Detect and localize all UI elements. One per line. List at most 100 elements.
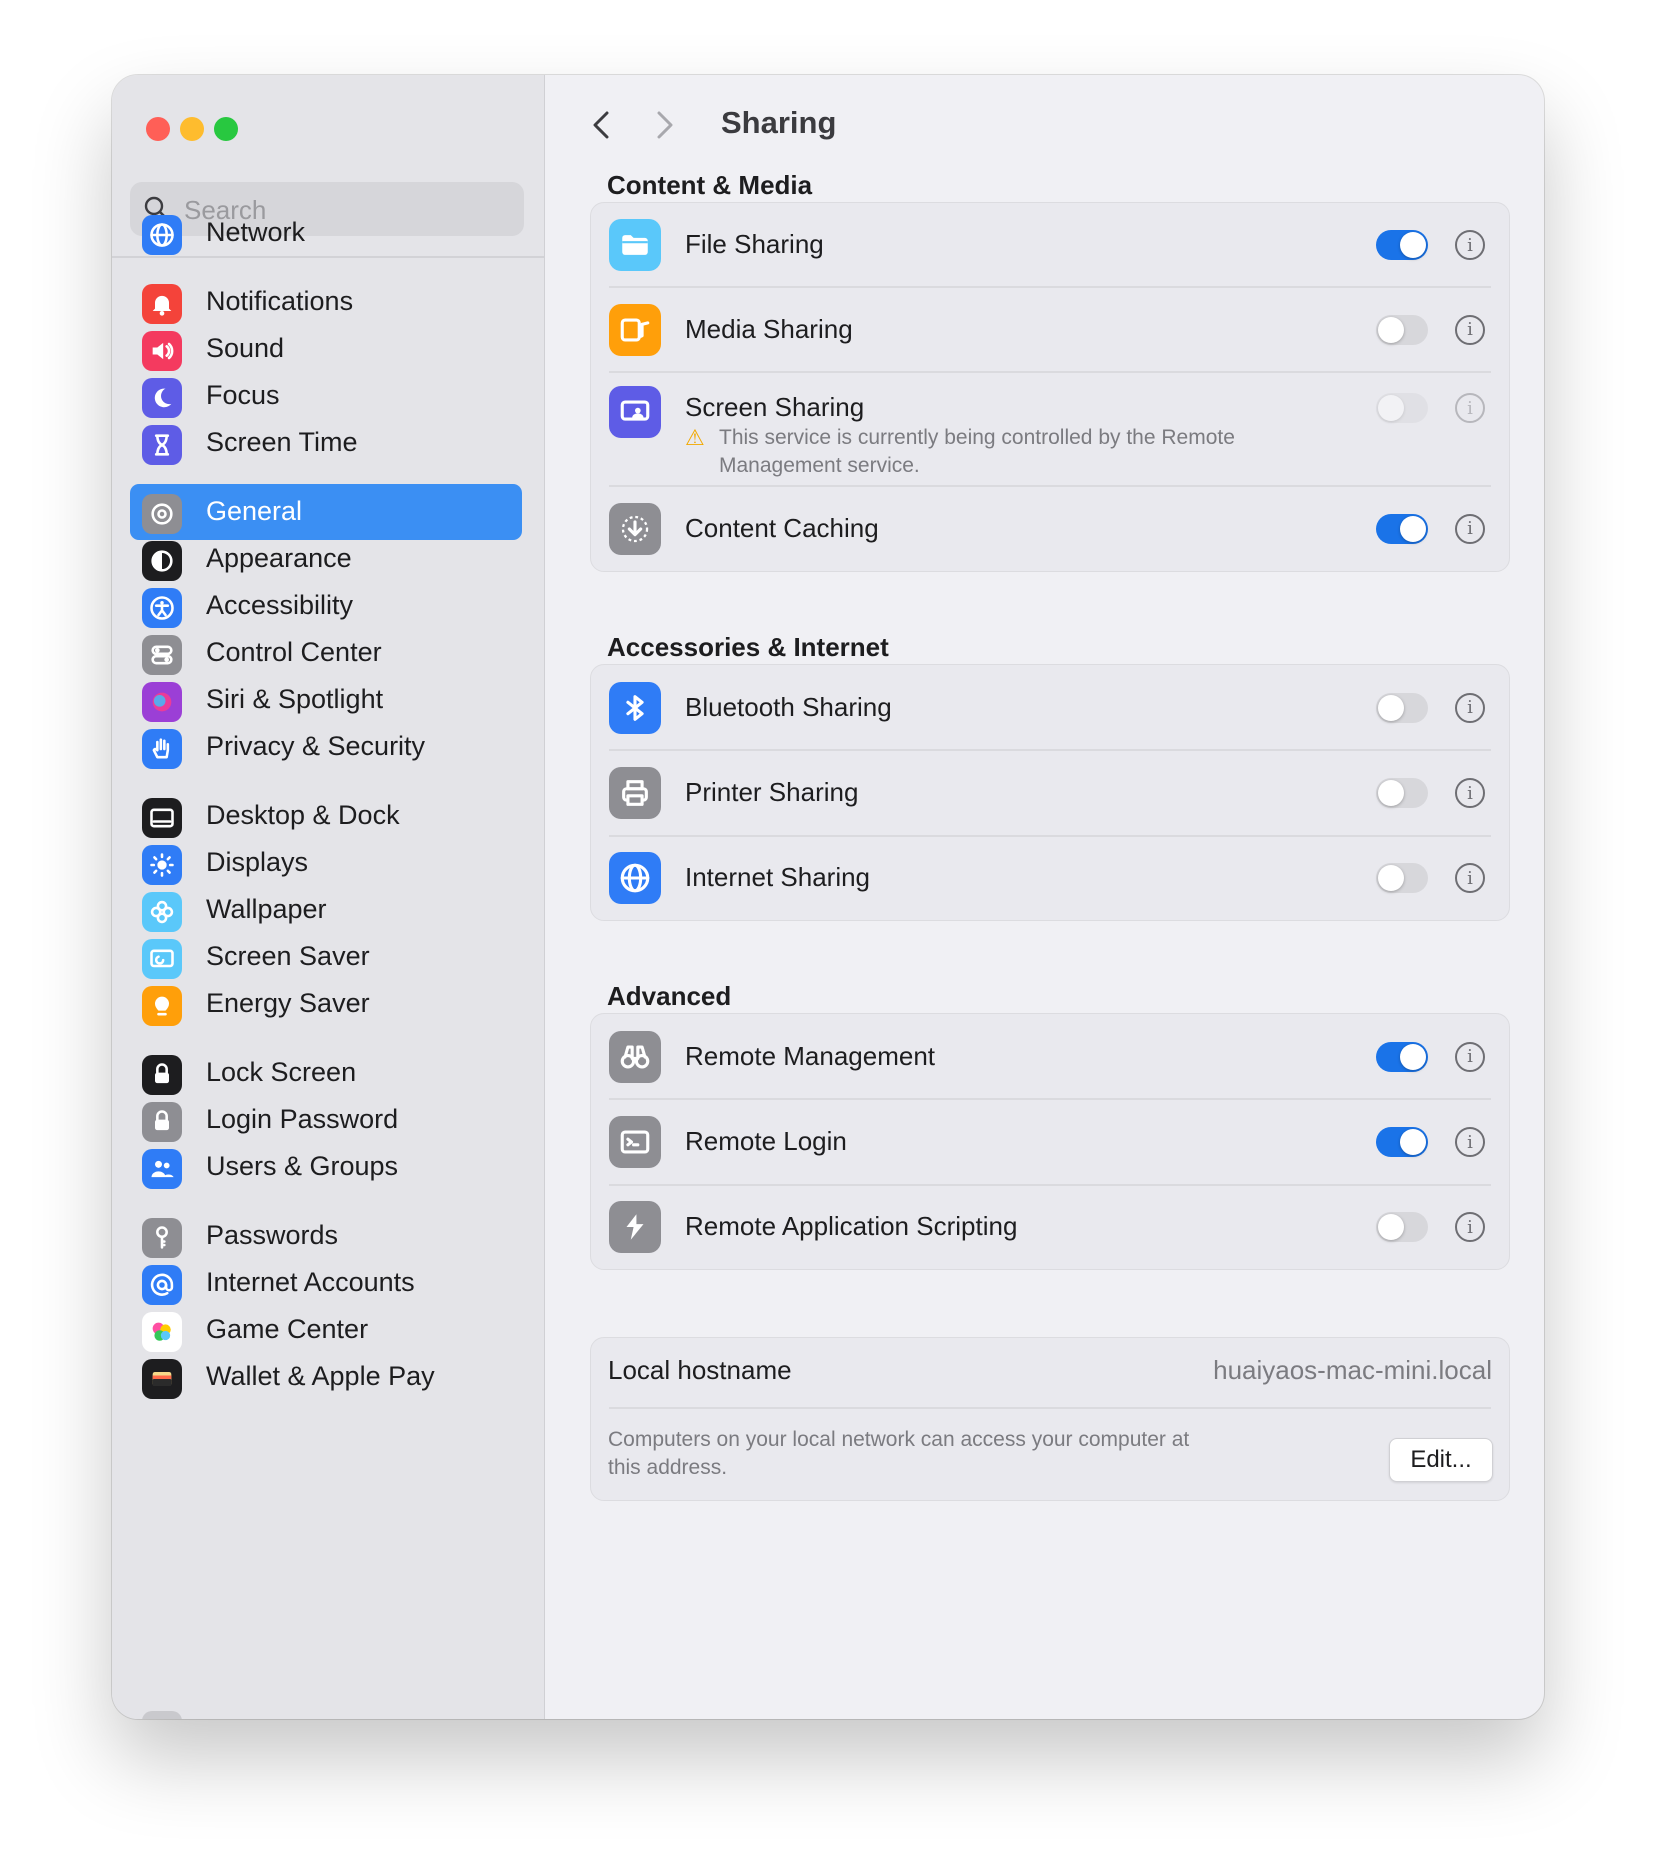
row-label: Remote Login: [685, 1126, 847, 1156]
row-label: Content Caching: [685, 512, 879, 543]
sidebar-item-label: Internet Accounts: [206, 1267, 415, 1297]
sidebar-item-label: Displays: [206, 847, 309, 877]
folder-icon: [609, 219, 661, 271]
screensaver-icon: [142, 939, 182, 979]
minimize-window-button[interactable]: [180, 117, 204, 141]
sun-icon: [142, 845, 182, 885]
toggle-knob: [1400, 1129, 1426, 1155]
hostname-label: Local hostname: [608, 1355, 792, 1385]
info-icon[interactable]: i: [1455, 778, 1485, 808]
accessibility-icon: [142, 588, 182, 628]
sidebar-item-label: Wallpaper: [206, 894, 327, 924]
info-icon[interactable]: i: [1455, 513, 1485, 544]
hostname-description: Computers on your local network can acce…: [608, 1428, 1190, 1479]
download-icon: [609, 502, 661, 555]
edit-hostname-button[interactable]: Edit...: [1389, 1438, 1493, 1482]
sidebar-item-label: Control Center: [206, 637, 382, 667]
section-header: Accessories & Internet: [607, 632, 889, 662]
key-icon: [142, 1218, 182, 1258]
row-screen-sharing: Screen Sharing ⚠ This service is currently…: [591, 372, 1509, 486]
info-icon[interactable]: i: [1455, 230, 1485, 260]
remote-management-toggle[interactable]: [1376, 1041, 1428, 1072]
bluetooth-sharing-toggle[interactable]: [1376, 692, 1428, 723]
info-icon: i: [1455, 393, 1485, 423]
hostname-group: Local hostname huaiyaos-mac-mini.local C…: [590, 1337, 1510, 1501]
file-sharing-toggle[interactable]: [1376, 230, 1428, 260]
binoculars-icon: [609, 1030, 661, 1083]
row-label: Media Sharing: [685, 313, 853, 344]
printer-sharing-toggle[interactable]: [1376, 778, 1428, 808]
sidebar-item-users-and-groups[interactable]: Users & Groups: [130, 1139, 522, 1195]
media-sharing-toggle[interactable]: [1376, 314, 1428, 345]
remote-application-scripting-toggle[interactable]: [1376, 1212, 1428, 1242]
row-divider: [609, 1407, 1491, 1409]
info-icon[interactable]: i: [1455, 314, 1485, 345]
terminal-icon: [609, 1116, 661, 1168]
toggle-knob: [1378, 1214, 1404, 1240]
sidebar-item-label: Game Center: [206, 1314, 369, 1344]
toggle-knob: [1400, 232, 1426, 258]
at-icon: [142, 1265, 182, 1305]
sidebar-item-network[interactable]: Network: [130, 205, 522, 261]
sidebar-item-label: Login Password: [206, 1104, 399, 1134]
sidebar-item-energy-saver[interactable]: Energy Saver: [130, 976, 522, 1032]
appearance-icon: [142, 541, 182, 581]
info-icon[interactable]: i: [1455, 1127, 1485, 1157]
section-header: Content & Media: [607, 170, 813, 200]
info-icon[interactable]: i: [1455, 863, 1485, 893]
hourglass-icon: [142, 425, 182, 465]
switches-icon: [142, 635, 182, 675]
remote-login-toggle[interactable]: [1376, 1127, 1428, 1157]
sidebar-item-label: Notifications: [206, 286, 354, 316]
globe-icon: [609, 852, 661, 904]
content-caching-toggle[interactable]: [1376, 513, 1428, 544]
sidebar-item-label: Sound: [206, 333, 285, 363]
sidebar-item-label: Screen Time: [206, 427, 358, 457]
siri-icon: [142, 682, 182, 722]
sidebar: Search Network Notifications Sound Focus Scr…: [112, 75, 545, 1719]
back-button[interactable]: [587, 105, 617, 145]
settings-group: Remote Management i Remote Login i Remote Ap…: [590, 1013, 1510, 1270]
printer-icon: [609, 767, 661, 819]
speaker-icon: [142, 331, 182, 371]
internet-sharing-toggle[interactable]: [1376, 863, 1428, 893]
bell-icon: [142, 284, 182, 324]
sidebar-item-label: Privacy & Security: [206, 731, 426, 761]
forward-button[interactable]: [649, 105, 679, 145]
row-note-text: This service is currently being controll…: [719, 426, 1235, 477]
toggle-knob: [1378, 316, 1404, 343]
settings-group: File Sharing i Media Sharing i Screen Sharin…: [590, 202, 1510, 572]
sidebar-item-label: Screen Saver: [206, 941, 370, 971]
info-icon[interactable]: i: [1455, 1212, 1485, 1242]
sidebar-item-privacy-and-security[interactable]: Privacy & Security: [130, 719, 522, 775]
lock-icon: [142, 1102, 182, 1142]
dock-icon: [142, 798, 182, 838]
sidebar-item-label: Passwords: [206, 1220, 339, 1250]
info-icon[interactable]: i: [1455, 1041, 1485, 1072]
toggle-knob: [1400, 515, 1426, 542]
row-label: Internet Sharing: [685, 862, 871, 892]
row-remote-application-scripting: Remote Application Scripting i: [591, 1185, 1509, 1269]
info-icon[interactable]: i: [1455, 692, 1485, 723]
system-settings-window: Search Network Notifications Sound Focus Scr…: [112, 75, 1544, 1719]
row-file-sharing: File Sharing i: [591, 203, 1509, 287]
hand-icon: [142, 729, 182, 769]
zoom-window-button[interactable]: [214, 117, 238, 141]
row-label: Remote Management: [685, 1040, 936, 1071]
bluetooth-icon: [609, 681, 661, 734]
toggle-knob: [1378, 780, 1404, 806]
sidebar-item-screen-time[interactable]: Screen Time: [130, 415, 522, 471]
close-window-button[interactable]: [146, 117, 170, 141]
sidebar-item-label: Energy Saver: [206, 988, 370, 1018]
row-label: Screen Sharing: [685, 392, 865, 422]
row-bluetooth-sharing: Bluetooth Sharing i: [591, 665, 1509, 750]
sidebar-item-wallet-and-apple-pay[interactable]: Wallet & Apple Pay: [130, 1349, 522, 1405]
row-label: Bluetooth Sharing: [685, 691, 892, 722]
page-title: Sharing: [721, 105, 837, 140]
script-icon: [609, 1201, 661, 1253]
row-label: Printer Sharing: [685, 777, 859, 807]
sidebar-item-partial: [142, 1711, 182, 1719]
moon-icon: [142, 378, 182, 418]
game-center-icon: [142, 1312, 182, 1352]
sidebar-item-label: Wallet & Apple Pay: [206, 1361, 435, 1391]
